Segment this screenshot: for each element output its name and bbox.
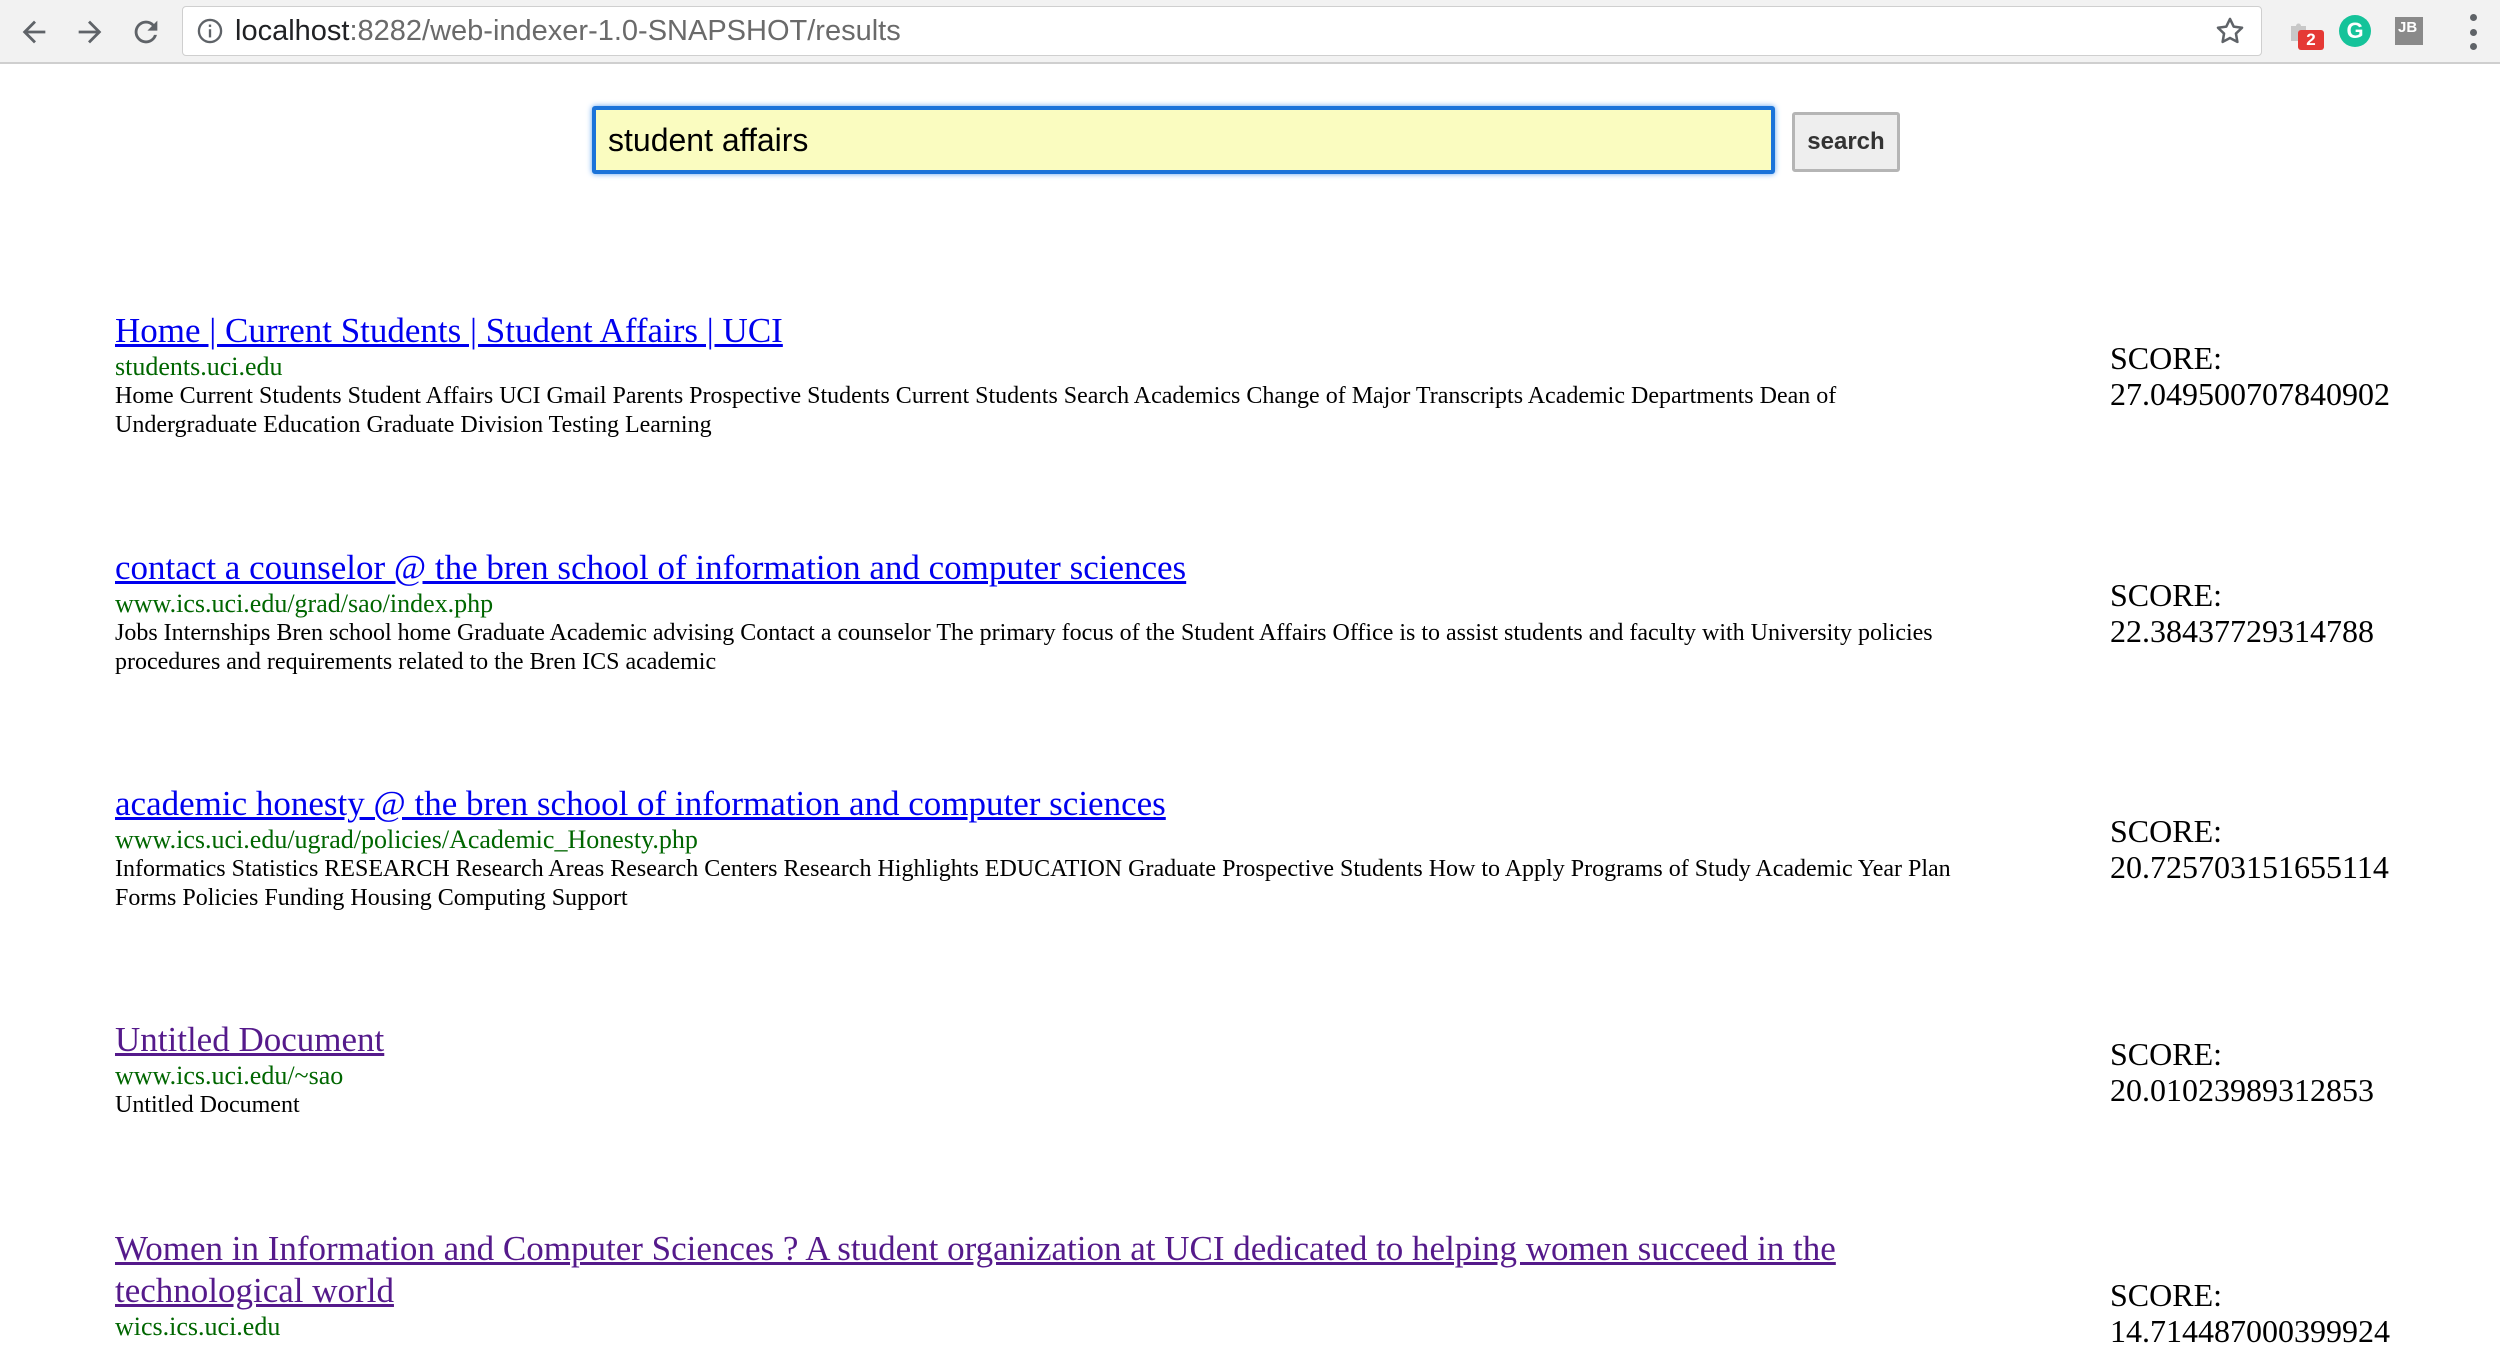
address-bar[interactable]: localhost:8282/web-indexer-1.0-SNAPSHOT/…: [182, 6, 2262, 56]
reload-button[interactable]: [124, 10, 168, 54]
result-item: academic honesty @ the bren school of in…: [115, 783, 2445, 913]
result-snippet: Informatics Statistics RESEARCH Research…: [115, 856, 1951, 911]
result-title-link[interactable]: contact a counselor @ the bren school of…: [115, 547, 2445, 589]
search-input[interactable]: [592, 106, 1775, 174]
result-score: SCORE: 22.38437729314788: [2110, 577, 2374, 649]
score-label: SCORE:: [2110, 340, 2223, 376]
back-button[interactable]: [12, 10, 56, 54]
extension-button[interactable]: 2: [2282, 12, 2324, 50]
browser-toolbar: localhost:8282/web-indexer-1.0-SNAPSHOT/…: [0, 0, 2500, 64]
url-host: localhost: [235, 14, 350, 47]
result-url: students.uci.edu: [115, 352, 283, 381]
result-score: SCORE: 14.714487000399924: [2110, 1277, 2390, 1349]
score-value: 14.714487000399924: [2110, 1313, 2390, 1349]
result-url: www.ics.uci.edu/ugrad/policies/Academic_…: [115, 825, 698, 854]
score-value: 27.049500707840902: [2110, 376, 2390, 412]
result-score: SCORE: 20.725703151655114: [2110, 813, 2389, 885]
result-title-link[interactable]: Home | Current Students | Student Affair…: [115, 310, 2445, 352]
result-title-link[interactable]: Untitled Document: [115, 1019, 2445, 1061]
score-value: 20.725703151655114: [2110, 849, 2389, 885]
reload-icon: [134, 20, 158, 44]
result-score: SCORE: 27.049500707840902: [2110, 340, 2390, 412]
score-value: 22.38437729314788: [2110, 613, 2374, 649]
result-item: Home | Current Students | Student Affair…: [115, 310, 2445, 440]
result-snippet: Untitled Document: [115, 1092, 300, 1118]
grammarly-extension-button[interactable]: G: [2336, 12, 2374, 50]
result-snippet: Home Current Students Student Affairs UC…: [115, 383, 1837, 438]
arrow-right-icon: [78, 20, 102, 44]
result-item: contact a counselor @ the bren school of…: [115, 547, 2445, 677]
score-label: SCORE:: [2110, 577, 2223, 613]
score-label: SCORE:: [2110, 813, 2223, 849]
result-item: Untitled Document www.ics.uci.edu/~sao U…: [115, 1019, 2445, 1120]
result-url: www.ics.uci.edu/grad/sao/index.php: [115, 589, 494, 618]
result-url: wics.ics.uci.edu: [115, 1312, 281, 1341]
extension-badge: 2: [2298, 30, 2324, 50]
score-label: SCORE:: [2110, 1277, 2223, 1313]
result-item: Women in Information and Computer Scienc…: [115, 1228, 2445, 1342]
result-snippet: Jobs Internships Bren school home Gradua…: [115, 620, 1933, 675]
search-button[interactable]: search: [1792, 112, 1900, 172]
bookmark-star-icon[interactable]: [2213, 14, 2247, 48]
url-text: localhost:8282/web-indexer-1.0-SNAPSHOT/…: [235, 15, 901, 48]
info-icon[interactable]: [195, 16, 225, 46]
forward-button[interactable]: [68, 10, 112, 54]
score-value: 20.01023989312853: [2110, 1072, 2374, 1108]
url-path: :8282/web-indexer-1.0-SNAPSHOT/results: [349, 14, 901, 47]
result-title-link[interactable]: Women in Information and Computer Scienc…: [115, 1228, 1915, 1312]
result-title-link[interactable]: academic honesty @ the bren school of in…: [115, 783, 2445, 825]
arrow-left-icon: [22, 20, 46, 44]
result-url: www.ics.uci.edu/~sao: [115, 1061, 344, 1090]
jetbrains-icon: JB: [2395, 17, 2423, 45]
browser-menu-icon[interactable]: [2466, 14, 2480, 50]
result-score: SCORE: 20.01023989312853: [2110, 1036, 2374, 1108]
jetbrains-extension-button[interactable]: JB: [2390, 12, 2428, 50]
grammarly-icon: G: [2339, 15, 2371, 47]
score-label: SCORE:: [2110, 1036, 2223, 1072]
